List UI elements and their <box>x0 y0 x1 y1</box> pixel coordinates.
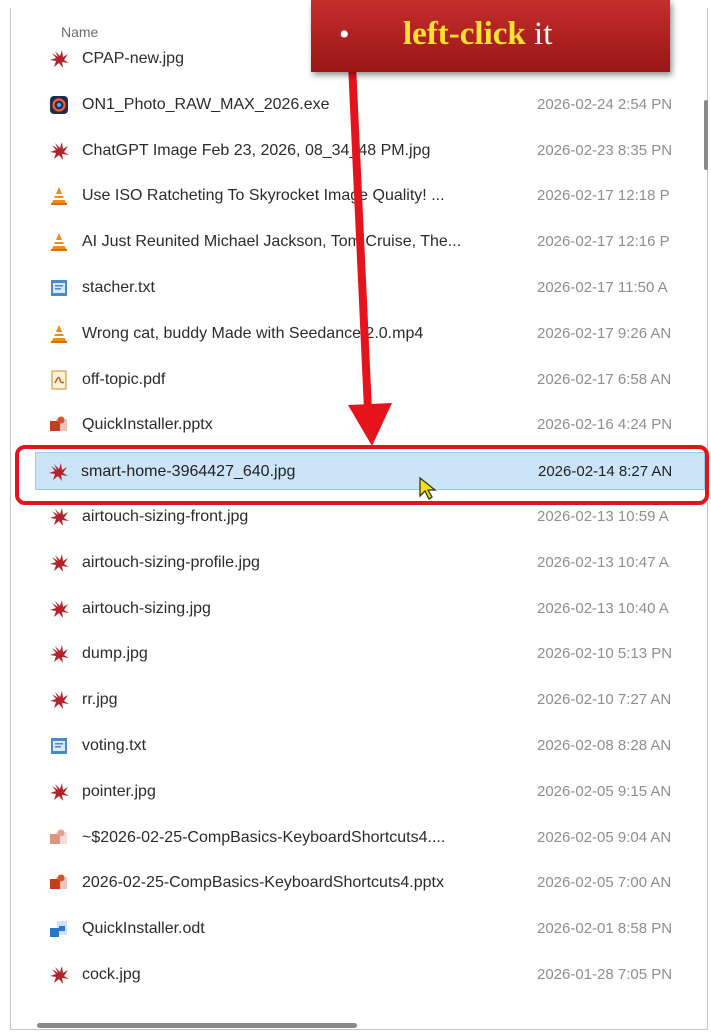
file-name: QuickInstaller.odt <box>82 920 205 937</box>
odt-file-icon <box>49 919 69 939</box>
file-row[interactable]: ~$2026-02-25-CompBasics-KeyboardShortcut… <box>47 819 707 857</box>
vertical-scrollbar[interactable] <box>704 100 708 170</box>
file-row[interactable]: ChatGPT Image Feb 23, 2026, 08_34_48 PM.… <box>47 132 707 170</box>
file-name: cock.jpg <box>82 966 141 983</box>
file-date-modified: 2026-02-13 10:59 A <box>537 508 669 525</box>
file-name: off-topic.pdf <box>82 371 166 388</box>
file-list-pane: Name CPAP-new.jpg ON1_Photo_RAW_MAX_2026.… <box>10 8 708 1030</box>
file-date-modified: 2026-02-08 8:28 AN <box>537 737 672 754</box>
file-name: ON1_Photo_RAW_MAX_2026.exe <box>82 96 330 113</box>
jpg-image-icon <box>49 49 69 69</box>
file-name: 2026-02-25-CompBasics-KeyboardShortcuts4… <box>82 874 444 891</box>
file-row[interactable]: dump.jpg 2026-02-10 5:13 PN <box>47 635 707 673</box>
file-date-modified: 2026-02-05 7:00 AN <box>537 874 672 891</box>
file-name: QuickInstaller.pptx <box>82 416 213 433</box>
pptx-file-icon <box>49 415 69 435</box>
exe-app-icon <box>49 95 69 115</box>
jpg-image-icon <box>49 782 69 802</box>
file-name: Wrong cat, buddy Made with Seedance 2.0.… <box>82 325 424 342</box>
file-row[interactable]: QuickInstaller.odt 2026-02-01 8:58 PN <box>47 910 707 948</box>
jpg-image-icon <box>49 507 69 527</box>
file-row[interactable]: Wrong cat, buddy Made with Seedance 2.0.… <box>47 315 707 353</box>
file-date-modified: 2026-02-17 12:16 P <box>537 233 670 250</box>
file-name: stacher.txt <box>82 279 155 296</box>
vlc-video-icon <box>49 186 69 206</box>
file-row[interactable]: airtouch-sizing-profile.jpg 2026-02-13 10… <box>47 544 707 582</box>
file-date-modified: 2026-02-17 9:26 AN <box>537 325 672 342</box>
file-row[interactable]: stacher.txt 2026-02-17 11:50 A <box>47 269 707 307</box>
file-date-modified: 2026-02-10 5:13 PN <box>537 645 673 662</box>
callout-keyword: left-click <box>403 16 526 52</box>
file-name: airtouch-sizing.jpg <box>82 600 211 617</box>
jpg-image-icon <box>49 553 69 573</box>
file-date-modified: 2026-02-16 4:24 PN <box>537 416 673 433</box>
mouse-cursor-icon <box>419 476 437 500</box>
jpg-image-icon <box>49 599 69 619</box>
file-name: ChatGPT Image Feb 23, 2026, 08_34_48 PM.… <box>82 142 431 159</box>
file-name: airtouch-sizing-front.jpg <box>82 508 249 525</box>
file-date-modified: 2026-02-24 2:54 PN <box>537 96 673 113</box>
file-date-modified: 2026-02-23 8:35 PN <box>537 142 673 159</box>
jpg-image-icon <box>49 141 69 161</box>
txt-file-icon <box>49 278 69 298</box>
file-name: pointer.jpg <box>82 783 156 800</box>
callout-bullet: • <box>339 18 350 51</box>
file-row[interactable]: pointer.jpg 2026-02-05 9:15 AN <box>47 773 707 811</box>
file-row[interactable]: QuickInstaller.pptx 2026-02-16 4:24 PN <box>47 406 707 444</box>
file-row[interactable]: voting.txt 2026-02-08 8:28 AN <box>47 727 707 765</box>
file-date-modified: 2026-02-05 9:15 AN <box>537 783 672 800</box>
file-date-modified: 2026-02-05 9:04 AN <box>537 829 672 846</box>
file-name: ~$2026-02-25-CompBasics-KeyboardShortcut… <box>82 829 446 846</box>
file-row[interactable]: cock.jpg 2026-01-28 7:05 PN <box>47 956 707 994</box>
txt-file-icon <box>49 736 69 756</box>
instruction-callout: • left-click it <box>311 0 670 72</box>
file-date-modified: 2026-02-10 7:27 AN <box>537 691 672 708</box>
file-date-modified: 2026-02-17 6:58 AN <box>537 371 672 388</box>
callout-rest: it <box>525 16 553 52</box>
file-row[interactable]: ON1_Photo_RAW_MAX_2026.exe 2026-02-24 2:5… <box>47 86 707 124</box>
file-date-modified: 2026-02-13 10:47 A <box>537 554 669 571</box>
selection-highlight-box <box>15 445 709 505</box>
pptx-file-icon <box>49 873 69 893</box>
file-date-modified: 2026-02-17 12:18 P <box>537 187 670 204</box>
pdf-file-icon <box>49 370 69 390</box>
jpg-image-icon <box>49 965 69 985</box>
file-name: airtouch-sizing-profile.jpg <box>82 554 260 571</box>
file-row[interactable]: AI Just Reunited Michael Jackson, Tom Cr… <box>47 223 707 261</box>
jpg-image-icon <box>49 644 69 664</box>
file-row[interactable]: airtouch-sizing.jpg 2026-02-13 10:40 A <box>47 590 707 628</box>
file-name: voting.txt <box>82 737 147 754</box>
horizontal-scrollbar[interactable] <box>37 1023 357 1028</box>
file-row[interactable]: Use ISO Ratcheting To Skyrocket Image Qu… <box>47 177 707 215</box>
file-row[interactable]: 2026-02-25-CompBasics-KeyboardShortcuts4… <box>47 864 707 902</box>
file-name: AI Just Reunited Michael Jackson, Tom Cr… <box>82 233 462 250</box>
column-header-name[interactable]: Name <box>61 24 98 40</box>
file-name: dump.jpg <box>82 645 148 662</box>
file-date-modified: 2026-02-13 10:40 A <box>537 600 669 617</box>
file-name: rr.jpg <box>82 691 118 708</box>
jpg-image-icon <box>49 690 69 710</box>
file-date-modified: 2026-02-17 11:50 A <box>537 279 668 296</box>
file-row[interactable]: rr.jpg 2026-02-10 7:27 AN <box>47 681 707 719</box>
vlc-video-icon <box>49 232 69 252</box>
callout-text: left-click it <box>403 16 552 53</box>
vlc-video-icon <box>49 324 69 344</box>
file-name: Use ISO Ratcheting To Skyrocket Image Qu… <box>82 187 445 204</box>
pptx-temp-file-icon <box>49 828 69 848</box>
file-date-modified: 2026-02-01 8:58 PN <box>537 920 673 937</box>
file-date-modified: 2026-01-28 7:05 PN <box>537 966 673 983</box>
file-row[interactable]: off-topic.pdf 2026-02-17 6:58 AN <box>47 361 707 399</box>
